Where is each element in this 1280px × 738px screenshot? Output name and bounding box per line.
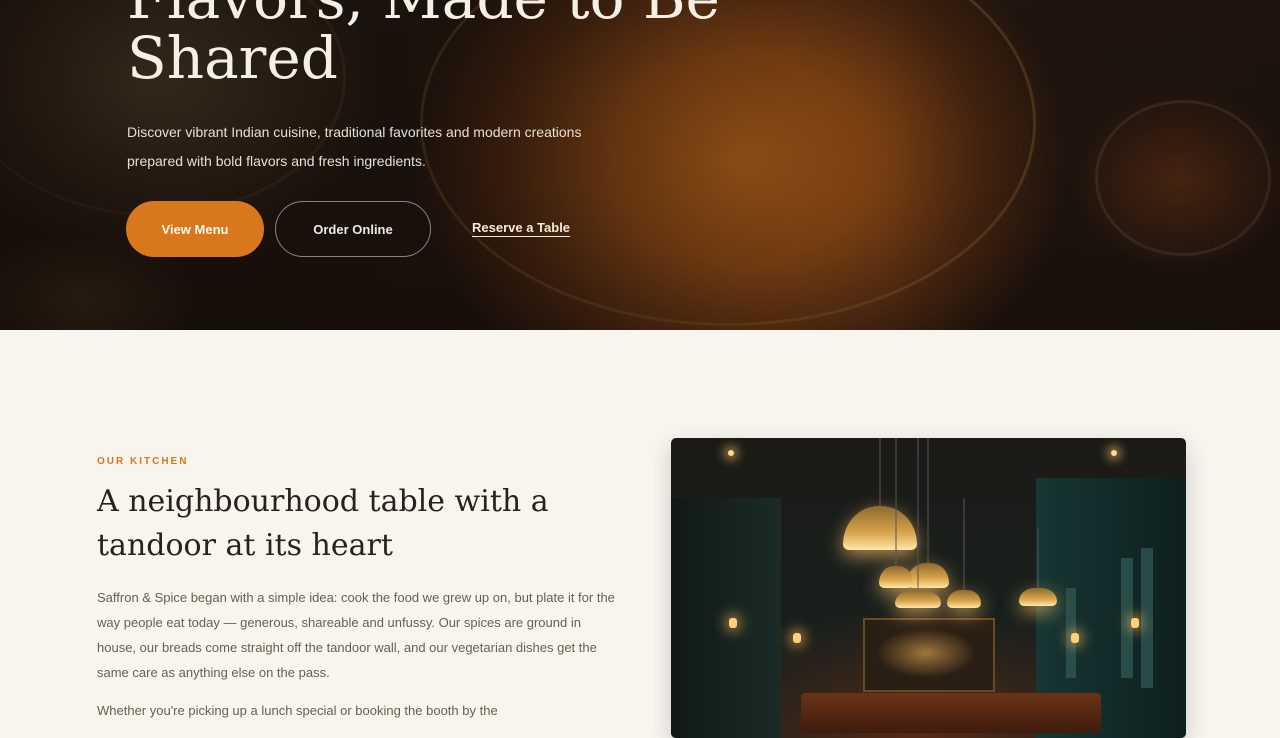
hero-title: Flavors, Made to Be Shared <box>127 0 720 92</box>
banquette-seating <box>801 693 1101 733</box>
kitchen-paragraph: Saffron & Spice began with a simple idea… <box>97 590 615 680</box>
mirror-glow <box>876 628 976 678</box>
section-eyebrow: OUR KITCHEN <box>97 456 189 467</box>
pendant-lamp <box>947 438 981 608</box>
restaurant-interior-photo <box>671 438 1186 738</box>
wall-sconce <box>1071 633 1079 643</box>
ceiling-light <box>728 450 734 456</box>
hero-subtitle: Discover vibrant Indian cuisine, traditi… <box>127 124 582 169</box>
wall-sconce <box>1131 618 1139 628</box>
section-title: A neighbourhood table with a tandoor at … <box>97 484 549 563</box>
ceiling-light <box>1111 450 1117 456</box>
reserve-table-link[interactable]: Reserve a Table <box>472 220 571 237</box>
hero-section: Flavors, Made to Be Shared Discover vibr… <box>0 0 1280 330</box>
wall-sconce <box>729 618 737 628</box>
window <box>1141 548 1153 688</box>
order-online-button[interactable]: Order Online <box>275 201 431 257</box>
kitchen-paragraph: Whether you're picking up a lunch specia… <box>97 703 498 718</box>
view-menu-button[interactable]: View Menu <box>126 201 264 257</box>
pendant-lamp <box>1019 438 1057 606</box>
wall-left <box>671 498 781 738</box>
pendant-lamp <box>895 438 941 608</box>
wall-sconce <box>793 633 801 643</box>
